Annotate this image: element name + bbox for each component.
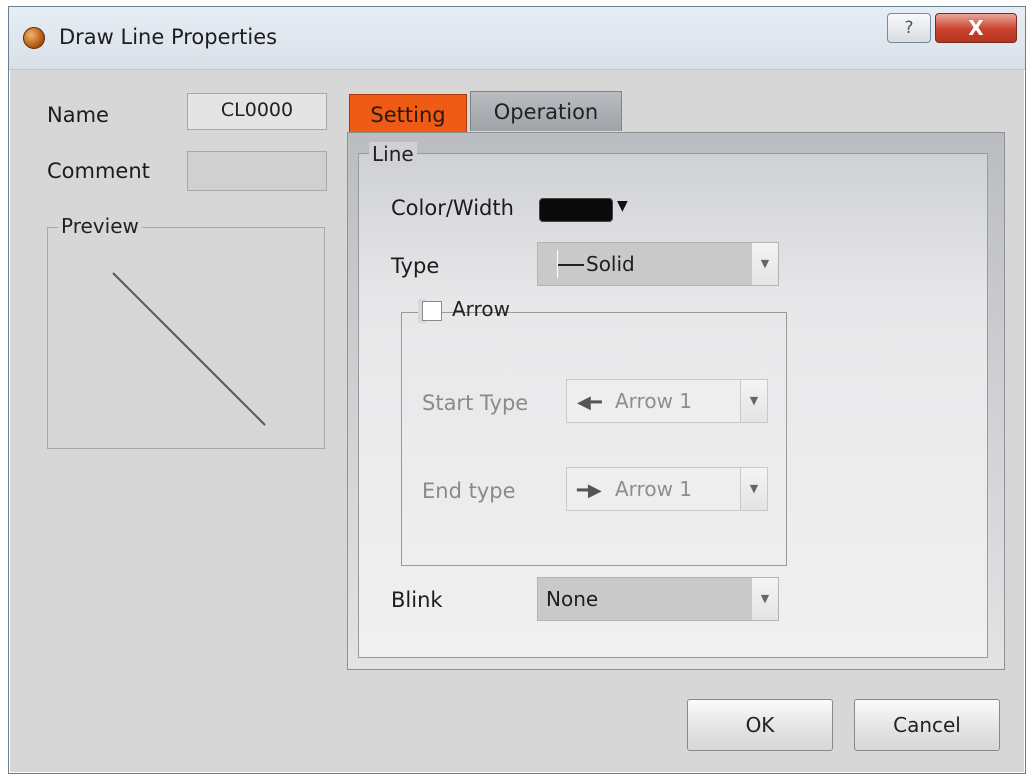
color-width-picker[interactable]: ▼ bbox=[539, 194, 637, 226]
type-value: Solid bbox=[586, 252, 635, 276]
arrow-group-header: Arrow bbox=[418, 297, 510, 323]
chevron-down-icon: ▼ bbox=[751, 578, 778, 620]
chevron-down-icon: ▼ bbox=[740, 468, 767, 510]
color-swatch bbox=[539, 198, 613, 222]
line-group-label: Line bbox=[369, 142, 417, 166]
start-type-label: Start Type bbox=[422, 391, 529, 415]
title-bar: Draw Line Properties ? X bbox=[9, 7, 1025, 70]
dialog-window: Draw Line Properties ? X Name CL0000 Com… bbox=[8, 6, 1026, 774]
arrow-group: Arrow Start Type ◀━ Arrow 1 ▼ End type ━… bbox=[401, 297, 787, 566]
blink-value: None bbox=[546, 587, 599, 611]
arrow-checkbox[interactable] bbox=[422, 301, 442, 321]
blink-label: Blink bbox=[391, 588, 443, 612]
end-type-value: Arrow 1 bbox=[615, 477, 693, 501]
preview-line bbox=[112, 272, 266, 426]
chevron-down-icon: ▼ bbox=[751, 243, 778, 285]
type-dropdown[interactable]: Solid ▼ bbox=[537, 242, 779, 286]
chevron-down-icon: ▼ bbox=[740, 380, 767, 422]
ok-button[interactable]: OK bbox=[687, 699, 833, 751]
start-type-value: Arrow 1 bbox=[615, 389, 693, 413]
line-group: Line Color/Width ▼ Type Solid ▼ Arrow St… bbox=[358, 142, 988, 658]
close-button[interactable]: X bbox=[935, 13, 1017, 43]
cancel-button[interactable]: Cancel bbox=[854, 699, 1000, 751]
name-label: Name bbox=[47, 103, 109, 127]
comment-field[interactable] bbox=[187, 151, 327, 191]
dropdown-arrow-icon: ▼ bbox=[617, 198, 628, 214]
app-icon bbox=[23, 27, 45, 49]
arrow-right-icon: ━▶ bbox=[577, 480, 602, 501]
color-width-label: Color/Width bbox=[391, 196, 514, 220]
name-field[interactable]: CL0000 bbox=[187, 93, 327, 130]
comment-label: Comment bbox=[47, 159, 150, 183]
arrow-label: Arrow bbox=[452, 297, 510, 321]
tab-setting[interactable]: Setting bbox=[349, 94, 467, 134]
arrow-left-icon: ◀━ bbox=[577, 392, 602, 413]
end-type-dropdown[interactable]: ━▶ Arrow 1 ▼ bbox=[566, 467, 768, 511]
tab-operation[interactable]: Operation bbox=[470, 91, 622, 131]
blink-dropdown[interactable]: None ▼ bbox=[537, 577, 779, 621]
end-type-label: End type bbox=[422, 479, 516, 503]
help-button[interactable]: ? bbox=[887, 13, 931, 43]
type-label: Type bbox=[391, 254, 440, 278]
window-title: Draw Line Properties bbox=[59, 25, 278, 49]
preview-group: Preview bbox=[47, 214, 325, 449]
setting-panel: Line Color/Width ▼ Type Solid ▼ Arrow St… bbox=[347, 132, 1005, 670]
start-type-dropdown[interactable]: ◀━ Arrow 1 ▼ bbox=[566, 379, 768, 423]
solid-line-icon bbox=[558, 264, 584, 266]
preview-canvas bbox=[112, 272, 266, 426]
type-icon-divider bbox=[557, 250, 558, 278]
